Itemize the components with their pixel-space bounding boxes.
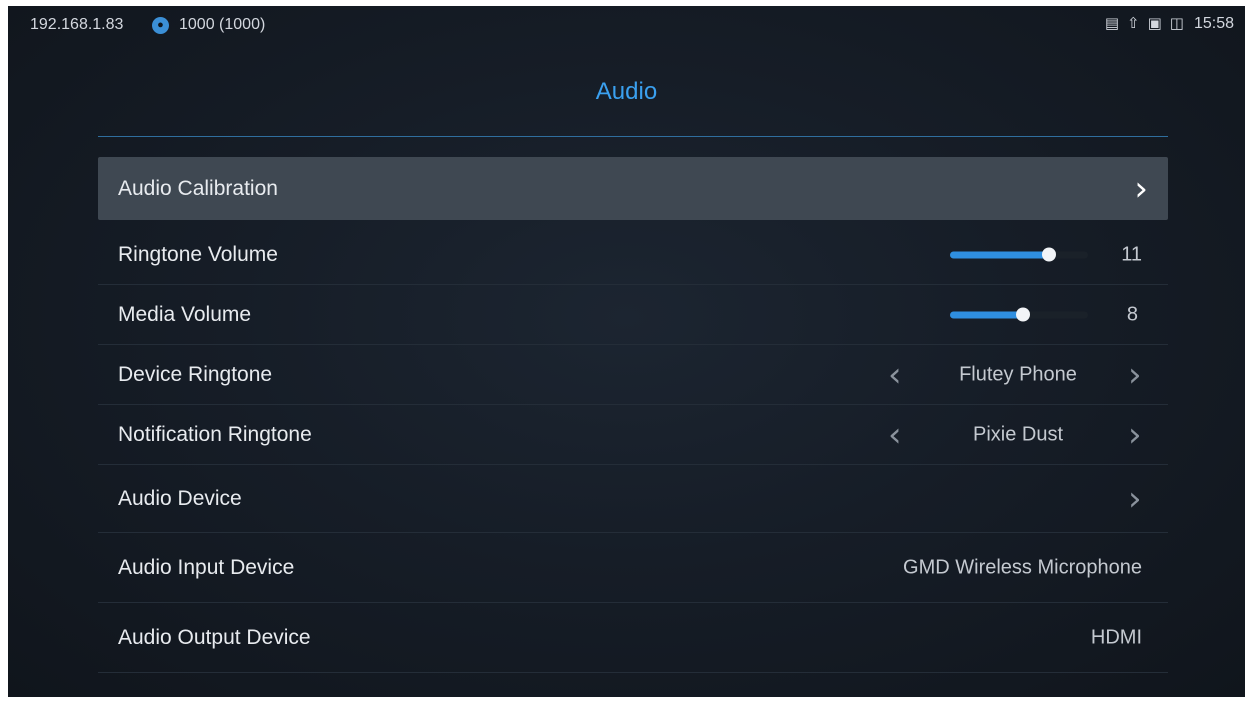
media-volume-row[interactable]: Media Volume 8 <box>98 285 1168 345</box>
screen: 192.168.1.83 ● 1000 (1000) ▤ ⇧ ▣ ◫ 15:58… <box>8 6 1245 697</box>
audio-output-device-value: HDMI <box>1090 626 1142 648</box>
chevron-right-icon: › <box>1128 478 1142 519</box>
user-icon: ● <box>152 17 169 34</box>
title-divider <box>98 136 1168 137</box>
ringtone-volume-fill <box>950 251 1050 258</box>
ringtone-volume-label: Ringtone Volume <box>118 242 278 266</box>
ringtone-volume-row[interactable]: Ringtone Volume 11 <box>98 225 1168 285</box>
audio-input-device-value: GMD Wireless Microphone <box>903 556 1142 578</box>
ringtone-volume-slider[interactable] <box>950 247 1088 261</box>
ringtone-volume-knob[interactable] <box>1042 247 1057 261</box>
status-icons: ▤ ⇧ ▣ ◫ 15:58 <box>1105 15 1234 33</box>
audio-device-label: Audio Device <box>118 486 242 510</box>
media-volume-value: 8 <box>1126 303 1138 325</box>
audio-input-device-row[interactable]: Audio Input Device GMD Wireless Micropho… <box>98 533 1168 603</box>
notification-ringtone-value: Pixie Dust <box>972 423 1064 445</box>
media-volume-fill <box>950 311 1024 318</box>
audio-device-row[interactable]: Audio Device › <box>98 465 1168 533</box>
clock: 15:58 <box>1193 15 1234 32</box>
chevron-right-icon[interactable]: › <box>1128 358 1142 392</box>
media-volume-slider[interactable] <box>950 307 1088 321</box>
audio-input-device-label: Audio Input Device <box>118 555 295 579</box>
audio-calibration-row[interactable]: Audio Calibration › <box>98 157 1168 220</box>
media-volume-knob[interactable] <box>1016 307 1031 321</box>
device-ringtone-label: Device Ringtone <box>118 362 273 386</box>
audio-output-device-row[interactable]: Audio Output Device HDMI <box>98 603 1168 673</box>
status-bar: 192.168.1.83 ● 1000 (1000) ▤ ⇧ ▣ ◫ 15:58 <box>8 6 1245 44</box>
notification-ringtone-row[interactable]: Notification Ringtone ‹ Pixie Dust › <box>98 405 1168 465</box>
account-label: 1000 (1000) <box>179 16 266 33</box>
chevron-left-icon[interactable]: ‹ <box>888 358 902 392</box>
audio-output-device-label: Audio Output Device <box>118 625 311 649</box>
ringtone-volume-value: 11 <box>1121 243 1142 265</box>
chevron-left-icon[interactable]: ‹ <box>888 418 902 452</box>
upload-icon: ⇧ <box>1127 15 1140 32</box>
ip-address: 192.168.1.83 <box>30 16 124 33</box>
chevron-right-icon[interactable]: › <box>1128 418 1142 452</box>
usb-storage-icon: ▣ <box>1147 15 1162 32</box>
media-volume-label: Media Volume <box>118 302 252 326</box>
page-title: Audio <box>595 78 658 105</box>
device-ringtone-value: Flutey Phone <box>959 363 1077 385</box>
sd-card-icon: ▤ <box>1104 15 1119 32</box>
chevron-right-icon: › <box>1134 168 1148 209</box>
network-icon: ◫ <box>1169 15 1184 32</box>
audio-calibration-label: Audio Calibration <box>118 176 278 200</box>
device-ringtone-row[interactable]: Device Ringtone ‹ Flutey Phone › <box>98 345 1168 405</box>
notification-ringtone-label: Notification Ringtone <box>118 422 312 446</box>
